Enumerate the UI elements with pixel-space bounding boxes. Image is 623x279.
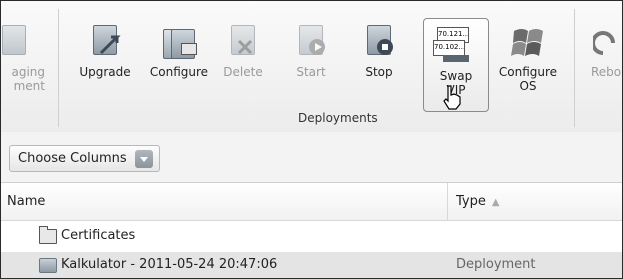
swap-vip-icon: 70.121... 70.102... bbox=[433, 27, 475, 63]
ribbon-button-staging[interactable]: aging ment bbox=[1, 11, 51, 106]
deployment-icon bbox=[39, 258, 57, 273]
upgrade-label: Upgrade bbox=[79, 65, 131, 79]
start-icon bbox=[293, 23, 329, 59]
choose-columns-label: Choose Columns bbox=[18, 151, 127, 166]
start-label: Start bbox=[296, 65, 326, 79]
sort-ascending-icon: ▲ bbox=[491, 197, 500, 208]
ribbon-group-label: Deployments bbox=[298, 111, 378, 125]
ribbon-separator bbox=[574, 9, 575, 127]
stop-label: Stop bbox=[365, 65, 393, 79]
delete-icon bbox=[225, 23, 261, 59]
swap-ip-text-2: 70.102... bbox=[433, 40, 465, 56]
staging-icon bbox=[2, 23, 40, 59]
stop-button[interactable]: Stop bbox=[357, 11, 401, 106]
column-header-type-label: Type bbox=[456, 194, 486, 209]
upgrade-button[interactable]: Upgrade bbox=[73, 11, 137, 106]
hand-cursor-icon bbox=[443, 85, 461, 110]
delete-button[interactable]: Delete bbox=[215, 11, 271, 106]
delete-label: Delete bbox=[223, 65, 263, 79]
reboot-button[interactable]: Rebo bbox=[591, 11, 622, 106]
choose-columns-button[interactable]: Choose Columns bbox=[9, 145, 160, 172]
ribbon-separator bbox=[58, 9, 59, 127]
row-name: Kalkulator - 2011-05-24 20:47:06 bbox=[61, 257, 278, 272]
column-divider[interactable] bbox=[447, 183, 448, 220]
configure-os-icon bbox=[510, 23, 546, 59]
table-row[interactable]: Kalkulator - 2011-05-24 20:47:06 Deploym… bbox=[1, 252, 622, 278]
folder-icon bbox=[39, 226, 57, 244]
ribbon: aging ment Upgrade Configure Delete Star… bbox=[1, 1, 622, 133]
start-button[interactable]: Start bbox=[289, 11, 333, 106]
configure-icon bbox=[161, 23, 197, 59]
configure-os-button[interactable]: Configure OS bbox=[495, 11, 561, 106]
reboot-icon bbox=[591, 23, 622, 59]
ribbon-button-label: aging ment bbox=[11, 65, 45, 93]
stop-icon bbox=[361, 23, 397, 59]
row-type: Deployment bbox=[456, 257, 536, 272]
reboot-label: Rebo bbox=[591, 65, 622, 79]
chevron-down-icon[interactable] bbox=[134, 149, 153, 168]
toolbar: Choose Columns bbox=[1, 132, 622, 183]
grid-header: Name Type ▲ bbox=[1, 183, 622, 221]
column-header-type[interactable]: Type ▲ bbox=[456, 194, 500, 209]
upgrade-icon bbox=[87, 23, 123, 59]
configure-label: Configure bbox=[149, 65, 209, 79]
row-name: Certificates bbox=[61, 228, 136, 243]
table-row[interactable]: Certificates bbox=[1, 223, 622, 249]
configure-os-label: Configure OS bbox=[498, 65, 558, 93]
column-header-name[interactable]: Name bbox=[7, 194, 45, 209]
configure-button[interactable]: Configure bbox=[144, 11, 214, 106]
window-frame: aging ment Upgrade Configure Delete Star… bbox=[0, 0, 623, 279]
